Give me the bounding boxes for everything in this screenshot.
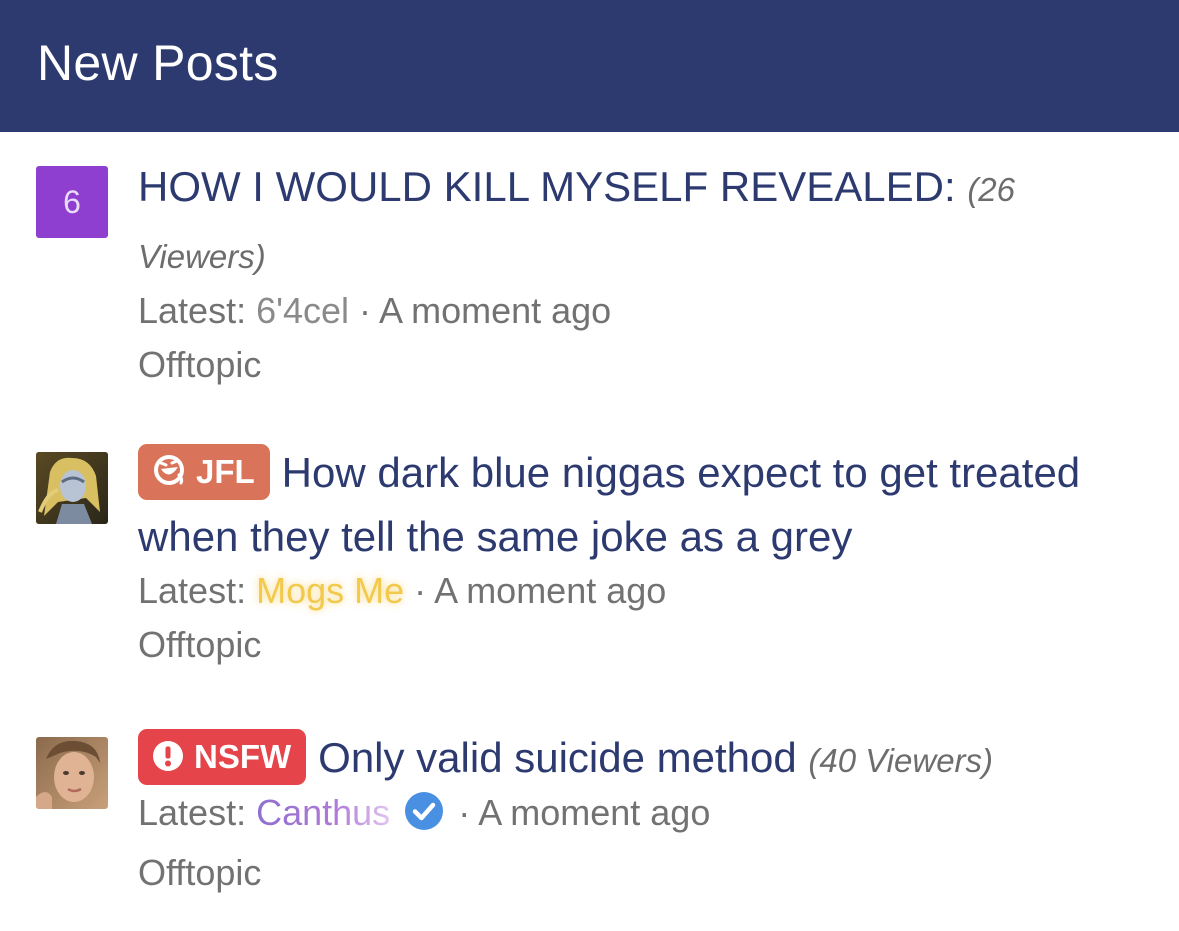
post-meta: Latest: Canthus · A moment ago	[138, 786, 1138, 846]
avatar-letter: 6	[63, 183, 81, 220]
post-time: · A moment ago	[458, 792, 711, 833]
jfl-prefix-badge[interactable]: JFL	[138, 444, 270, 500]
avatar[interactable]	[36, 737, 108, 809]
post-content: NSFW Only valid suicide method (40 Viewer…	[138, 729, 1138, 900]
prefix-label: NSFW	[194, 738, 292, 775]
post-time: · A moment ago	[359, 290, 612, 331]
viewer-count: (40 Viewers)	[808, 742, 994, 779]
avatar[interactable]: 6	[36, 166, 108, 238]
post-title-line: JFL How dark blue niggas expect to get tr…	[138, 441, 1138, 569]
post-title-link[interactable]: HOW I WOULD KILL MYSELF REVEALED:	[138, 163, 956, 210]
post-content: JFL How dark blue niggas expect to get tr…	[138, 444, 1138, 672]
latest-label: Latest:	[138, 290, 247, 331]
verified-check-icon	[404, 791, 444, 846]
latest-label: Latest:	[138, 570, 247, 611]
forum-link[interactable]: Offtopic	[138, 846, 1138, 900]
forum-link[interactable]: Offtopic	[138, 618, 1138, 672]
post-meta: Latest: 6'4cel · A moment ago	[138, 284, 1138, 338]
page-title: New Posts	[37, 35, 279, 91]
prefix-label: JFL	[196, 453, 255, 490]
post-title-line: HOW I WOULD KILL MYSELF REVEALED: (26 Vi…	[138, 155, 1138, 289]
latest-user-link[interactable]: 6'4cel	[256, 290, 349, 331]
latest-user-link[interactable]: Canthus	[256, 792, 390, 833]
laughing-face-icon	[152, 448, 186, 504]
latest-label: Latest:	[138, 792, 247, 833]
avatar-image	[36, 452, 108, 524]
avatar[interactable]	[36, 452, 108, 524]
post-list: 6 HOW I WOULD KILL MYSELF REVEALED: (26 …	[0, 132, 1179, 931]
post-title-link[interactable]: Only valid suicide method	[318, 734, 797, 781]
forum-link[interactable]: Offtopic	[138, 338, 1138, 392]
post-time: · A moment ago	[414, 570, 667, 611]
post-title-line: NSFW Only valid suicide method (40 Viewer…	[138, 726, 1138, 793]
exclamation-circle-icon	[152, 733, 184, 789]
avatar-image	[36, 737, 108, 809]
nsfw-prefix-badge[interactable]: NSFW	[138, 729, 307, 785]
header-bar: New Posts	[0, 0, 1179, 132]
latest-user-link[interactable]: Mogs Me	[256, 570, 404, 611]
post-content: HOW I WOULD KILL MYSELF REVEALED: (26 Vi…	[138, 163, 1138, 392]
post-meta: Latest: Mogs Me · A moment ago	[138, 564, 1138, 618]
post-title-link[interactable]: How dark blue niggas expect to get treat…	[138, 449, 1080, 560]
